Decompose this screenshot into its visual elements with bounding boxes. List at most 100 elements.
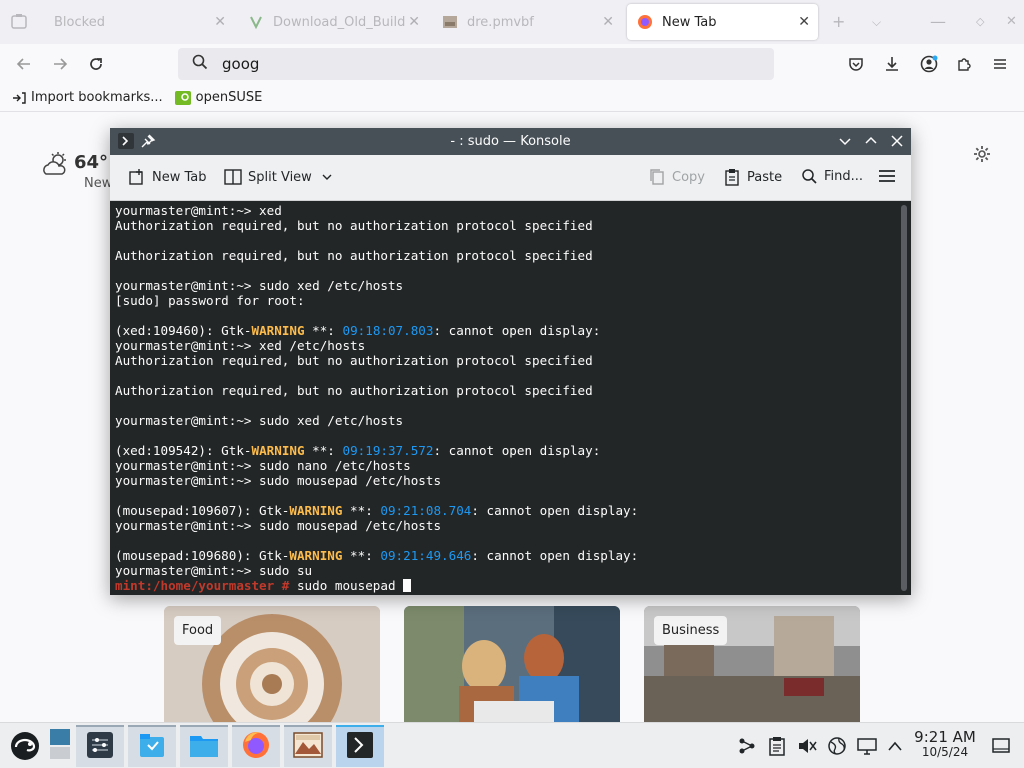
weather-temperature: 64°: [74, 152, 109, 173]
settings-icon: [86, 731, 114, 763]
bookmark-import[interactable]: Import bookmarks...: [12, 90, 163, 105]
tab-list-chevron-icon[interactable]: ⌵: [872, 15, 881, 30]
browser-tab[interactable]: Blocked ✕: [44, 4, 234, 40]
new-tab-plus-icon[interactable]: +: [832, 12, 845, 31]
pocket-icon[interactable]: [844, 52, 868, 76]
extensions-icon[interactable]: [952, 52, 976, 76]
terminal-line: yourmaster@mint:~> xed /etc/hosts: [115, 338, 366, 353]
gear-icon[interactable]: [972, 144, 992, 168]
paste-icon: [723, 168, 741, 186]
terminal-line: (xed:109542): Gtk-WARNING **: 09:19:37.5…: [115, 443, 638, 458]
show-hidden-icons-chevron-icon[interactable]: [884, 735, 906, 757]
copy-button[interactable]: Copy: [648, 168, 705, 186]
terminal-lines: yourmaster@mint:~> xed Authorization requ…: [115, 203, 638, 593]
browser-tab-active[interactable]: New Tab ✕: [627, 4, 818, 40]
taskbar-item-files[interactable]: [180, 725, 228, 767]
terminal-scrollbar[interactable]: [901, 205, 907, 591]
maximize-window-icon[interactable]: ◇: [976, 15, 984, 28]
taskbar-item-firefox[interactable]: [232, 725, 280, 767]
log-prefix: (xed:109460): Gtk-: [115, 323, 252, 338]
pin-icon[interactable]: [140, 133, 156, 153]
browser-nav-bar: [0, 44, 1024, 84]
close-tab-icon[interactable]: ✕: [214, 14, 226, 30]
network-globe-icon[interactable]: [826, 735, 848, 757]
clock-date: 10/5/24: [921, 745, 969, 759]
firefox-view-icon[interactable]: [10, 13, 28, 35]
browser-tab[interactable]: dre.pmvbf ✕: [432, 4, 622, 40]
tab-title: Download_Old_Build: [273, 14, 406, 30]
forward-icon[interactable]: [48, 52, 72, 76]
kde-connect-icon[interactable]: [736, 735, 758, 757]
display-monitor-icon[interactable]: [856, 735, 878, 757]
tab-title: Blocked: [54, 14, 105, 30]
terminal-line: yourmaster@mint:~> sudo xed /etc/hosts: [115, 278, 404, 293]
peek-desktop-icon[interactable]: [990, 735, 1012, 757]
search-icon: [192, 54, 208, 74]
bookmark-label: openSUSE: [195, 90, 263, 105]
tab-title: New Tab: [662, 14, 717, 30]
konsole-titlebar[interactable]: - : sudo — Konsole: [110, 128, 911, 155]
terminal-line: (mousepad:109607): Gtk-WARNING **: 09:21…: [115, 503, 638, 518]
bookmark-opensuse[interactable]: openSUSE: [174, 90, 263, 105]
story-card-food[interactable]: Food: [164, 606, 380, 722]
volume-muted-icon[interactable]: [796, 735, 818, 757]
back-icon[interactable]: [12, 52, 36, 76]
copy-label: Copy: [672, 169, 705, 185]
browser-tab-bar: Blocked ✕ Download_Old_Build ✕ dre.pmvbf…: [0, 0, 1024, 44]
new-tab-label: New Tab: [152, 169, 207, 185]
story-card-business[interactable]: Business: [644, 606, 860, 722]
terminal-output[interactable]: yourmaster@mint:~> xed Authorization requ…: [110, 201, 911, 595]
store-photo-image: [404, 606, 620, 722]
url-input[interactable]: [222, 55, 622, 73]
find-button[interactable]: Find...: [801, 168, 863, 185]
new-tab-button[interactable]: New Tab: [128, 168, 207, 186]
terminal-line: yourmaster@mint:~> sudo mousepad /etc/ho…: [115, 473, 442, 488]
taskbar-item-konsole[interactable]: [336, 725, 384, 767]
close-tab-icon[interactable]: ✕: [798, 14, 810, 30]
clock[interactable]: 9:21 AM 10/5/24: [914, 728, 976, 759]
warning-keyword: WARNING: [251, 443, 305, 458]
weather-widget[interactable]: 64° New: [40, 152, 112, 191]
downloads-icon[interactable]: [880, 52, 904, 76]
taskbar-item-discover[interactable]: [128, 725, 176, 767]
split-view-label: Split View: [248, 169, 312, 185]
terminal-line: [sudo] password for root:: [115, 293, 305, 308]
story-card-store[interactable]: [404, 606, 620, 722]
clock-time: 9:21 AM: [914, 728, 976, 746]
close-window-icon[interactable]: ✕: [1006, 14, 1017, 29]
tab-title: dre.pmvbf: [467, 14, 534, 30]
url-bar[interactable]: [178, 48, 774, 80]
terminal-input-line[interactable]: mint:/home/yourmaster # sudo mousepad: [115, 578, 638, 593]
sourceforge-icon: [248, 14, 264, 30]
minimize-icon[interactable]: [837, 132, 853, 150]
konsole-icon: [346, 731, 374, 763]
konsole-menu-button[interactable]: [878, 168, 896, 188]
log-separator: **:: [342, 503, 381, 518]
maximize-icon[interactable]: [863, 132, 879, 150]
paste-label: Paste: [747, 169, 783, 185]
show-desktop-icon[interactable]: [49, 727, 71, 765]
image-viewer-icon: [293, 732, 323, 762]
chevron-down-icon: [322, 170, 332, 185]
opensuse-icon: [174, 90, 191, 105]
account-icon[interactable]: [917, 52, 941, 76]
browser-tab[interactable]: Download_Old_Build ✕: [238, 4, 428, 40]
taskbar-item-settings[interactable]: [76, 725, 124, 767]
taskbar-item-image-viewer[interactable]: [284, 725, 332, 767]
close-tab-icon[interactable]: ✕: [602, 14, 614, 30]
split-view-button[interactable]: Split View: [224, 168, 332, 186]
reload-icon[interactable]: [84, 52, 108, 76]
application-launcher-icon[interactable]: [9, 731, 41, 765]
warning-keyword: WARNING: [289, 503, 343, 518]
minimize-window-icon[interactable]: —: [930, 12, 946, 31]
menu-hamburger-icon[interactable]: [988, 52, 1012, 76]
clipboard-icon[interactable]: [766, 735, 788, 757]
import-icon: [12, 91, 26, 105]
close-tab-icon[interactable]: ✕: [408, 14, 420, 30]
paste-button[interactable]: Paste: [723, 168, 782, 186]
log-timestamp: 09:18:07.803: [342, 323, 434, 338]
new-tab-icon: [128, 168, 146, 186]
close-icon[interactable]: [889, 132, 905, 150]
